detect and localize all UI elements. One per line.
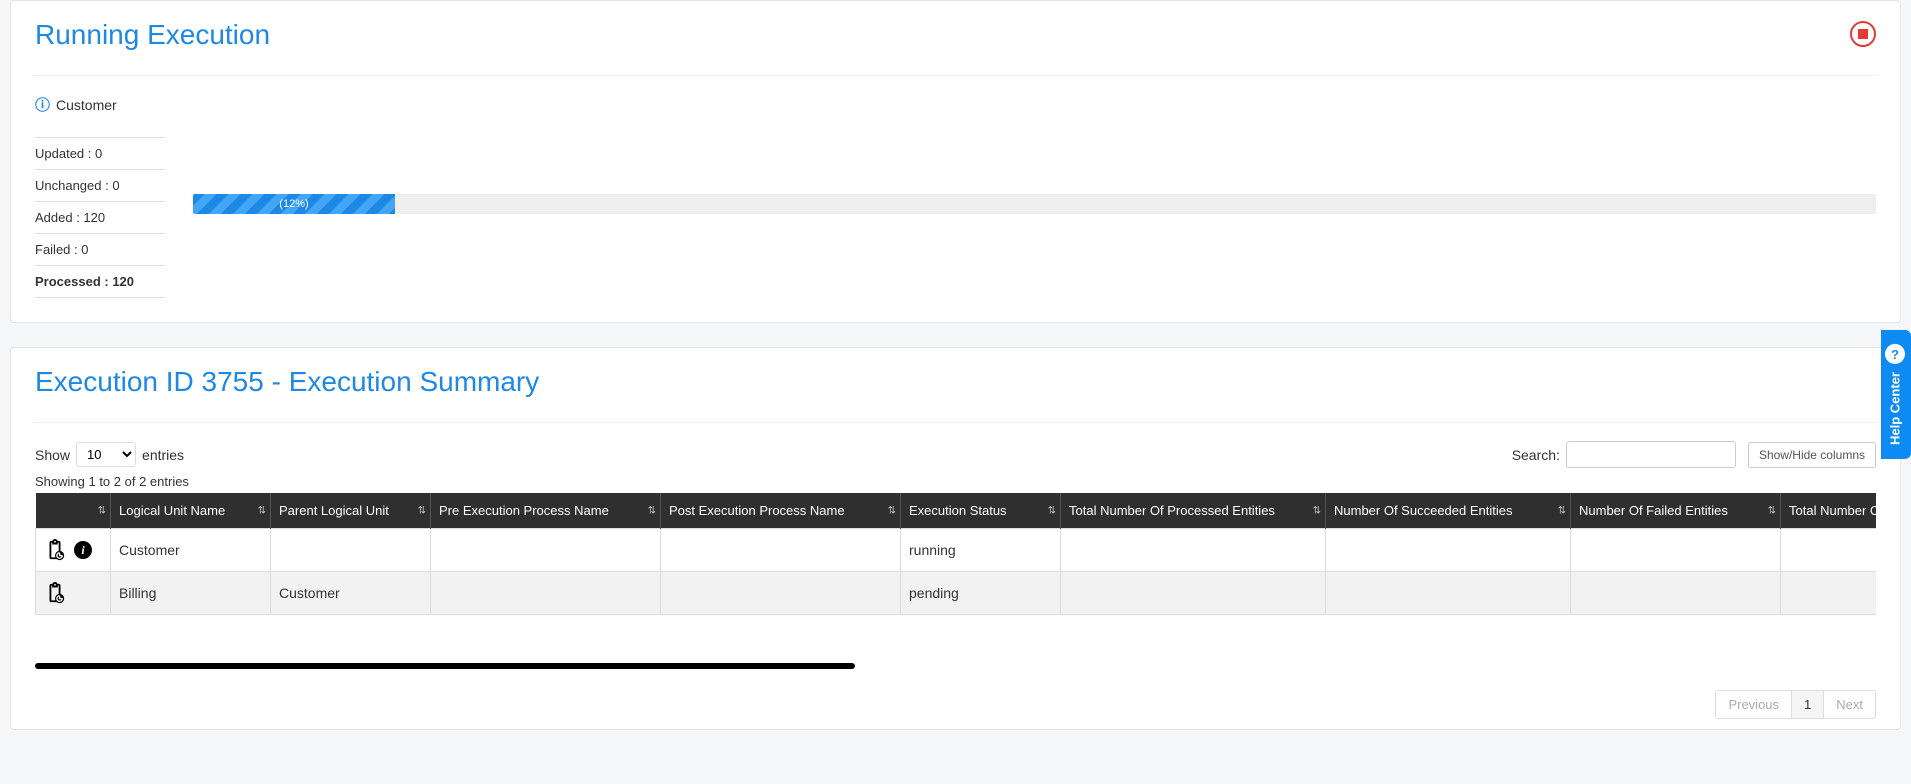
customer-info-row: ⓘ Customer	[35, 94, 165, 115]
column-header[interactable]: Total Number O⇅	[1781, 493, 1877, 529]
column-label: Pre Execution Process Name	[439, 503, 609, 518]
column-header[interactable]: ⇅	[36, 493, 111, 529]
cell-parent	[271, 529, 431, 572]
actions-cell: i	[36, 529, 111, 572]
progress-fill: (12%)	[193, 194, 395, 214]
cell-logical_unit: Customer	[111, 529, 271, 572]
divider	[33, 422, 1878, 423]
cell-succeeded	[1326, 572, 1571, 615]
show-hide-columns-button[interactable]: Show/Hide columns	[1748, 442, 1876, 468]
running-execution-title: Running Execution	[35, 19, 1876, 61]
sort-icon: ⇅	[1048, 505, 1054, 516]
column-header[interactable]: Execution Status ⇅	[901, 493, 1061, 529]
stat-added: Added : 120	[35, 201, 165, 233]
stat-unchanged: Unchanged : 0	[35, 169, 165, 201]
cell-status: running	[901, 529, 1061, 572]
clipboard-refresh-icon[interactable]	[44, 539, 66, 561]
progress-wrap: (12%)	[193, 94, 1876, 214]
showing-text: Showing 1 to 2 of 2 entries	[35, 474, 1876, 489]
pager-next[interactable]: Next	[1824, 691, 1875, 718]
column-header[interactable]: Logical Unit Name ⇅	[111, 493, 271, 529]
running-execution-card: Running Execution ⓘ Customer Updated : 0…	[10, 0, 1901, 323]
summary-table: ⇅Logical Unit Name⇅Parent Logical Unit⇅P…	[35, 493, 1876, 615]
cell-logical_unit: Billing	[111, 572, 271, 615]
pager-page-1[interactable]: 1	[1792, 691, 1824, 718]
column-header[interactable]: Total Number Of Processed Entities ⇅	[1061, 493, 1326, 529]
table-row: i Customer running	[36, 529, 1877, 572]
column-label: Execution Status	[909, 503, 1007, 518]
cell-pre	[431, 529, 661, 572]
sort-icon: ⇅	[1558, 505, 1564, 516]
stat-updated: Updated : 0	[35, 137, 165, 169]
cell-total	[1781, 572, 1877, 615]
stats-column: ⓘ Customer Updated : 0 Unchanged : 0 Add…	[35, 94, 165, 298]
sort-icon: ⇅	[1313, 505, 1319, 516]
sort-icon: ⇅	[98, 505, 104, 516]
cell-succeeded	[1326, 529, 1571, 572]
column-header[interactable]: Post Execution Process Name ⇅	[661, 493, 901, 529]
cell-status: pending	[901, 572, 1061, 615]
cell-processed	[1061, 529, 1326, 572]
customer-label: Customer	[56, 97, 117, 113]
clipboard-refresh-icon[interactable]	[44, 582, 66, 604]
actions-cell	[36, 572, 111, 615]
horizontal-scrollbar[interactable]	[35, 663, 855, 669]
stat-processed: Processed : 120	[35, 265, 165, 298]
column-label: Parent Logical Unit	[279, 503, 389, 518]
stop-icon	[1858, 29, 1868, 39]
sort-icon: ⇅	[258, 505, 264, 516]
sort-icon: ⇅	[648, 505, 654, 516]
column-header[interactable]: Number Of Succeeded Entities ⇅	[1326, 493, 1571, 529]
execution-summary-title: Execution ID 3755 - Execution Summary	[35, 366, 1876, 408]
stat-failed: Failed : 0	[35, 233, 165, 265]
sort-icon: ⇅	[888, 505, 894, 516]
cell-post	[661, 572, 901, 615]
progress-track: (12%)	[193, 194, 1876, 214]
show-entries: Show 10 entries	[35, 442, 184, 467]
help-center-tab[interactable]: Help Center ?	[1881, 330, 1911, 459]
progress-label: (12%)	[279, 198, 308, 210]
cell-total	[1781, 529, 1877, 572]
column-label: Number Of Failed Entities	[1579, 503, 1728, 518]
info-icon: ⓘ	[35, 94, 50, 115]
column-header[interactable]: Pre Execution Process Name ⇅	[431, 493, 661, 529]
cell-failed	[1571, 529, 1781, 572]
table-row: BillingCustomer pending	[36, 572, 1877, 615]
row-info-icon[interactable]: i	[74, 541, 92, 559]
cell-pre	[431, 572, 661, 615]
search-box: Search:	[1512, 441, 1736, 468]
pager-previous[interactable]: Previous	[1716, 691, 1792, 718]
execution-summary-card: Execution ID 3755 - Execution Summary Sh…	[10, 347, 1901, 730]
cell-processed	[1061, 572, 1326, 615]
cell-failed	[1571, 572, 1781, 615]
pager: Previous 1 Next	[1715, 690, 1876, 719]
column-label: Total Number O	[1789, 503, 1876, 518]
search-label: Search:	[1512, 447, 1560, 463]
entries-select[interactable]: 10	[76, 442, 136, 467]
table-header-row: ⇅Logical Unit Name⇅Parent Logical Unit⇅P…	[36, 493, 1877, 529]
column-label: Logical Unit Name	[119, 503, 225, 518]
help-icon: ?	[1885, 344, 1905, 364]
search-input[interactable]	[1566, 441, 1736, 468]
show-label-post: entries	[142, 447, 184, 463]
column-header[interactable]: Parent Logical Unit ⇅	[271, 493, 431, 529]
help-center-label: Help Center	[1888, 372, 1903, 445]
table-controls: Show 10 entries Search: Show/Hide column…	[35, 441, 1876, 468]
stop-button[interactable]	[1850, 21, 1876, 47]
column-label: Total Number Of Processed Entities	[1069, 503, 1275, 518]
right-controls: Search: Show/Hide columns	[1512, 441, 1876, 468]
sort-icon: ⇅	[1768, 505, 1774, 516]
column-label: Number Of Succeeded Entities	[1334, 503, 1512, 518]
cell-post	[661, 529, 901, 572]
column-header[interactable]: Number Of Failed Entities ⇅	[1571, 493, 1781, 529]
column-label: Post Execution Process Name	[669, 503, 845, 518]
table-scroll[interactable]: ⇅Logical Unit Name⇅Parent Logical Unit⇅P…	[35, 493, 1876, 615]
cell-parent: Customer	[271, 572, 431, 615]
sort-icon: ⇅	[418, 505, 424, 516]
show-label-pre: Show	[35, 447, 70, 463]
divider	[33, 75, 1878, 76]
running-body: ⓘ Customer Updated : 0 Unchanged : 0 Add…	[35, 94, 1876, 298]
